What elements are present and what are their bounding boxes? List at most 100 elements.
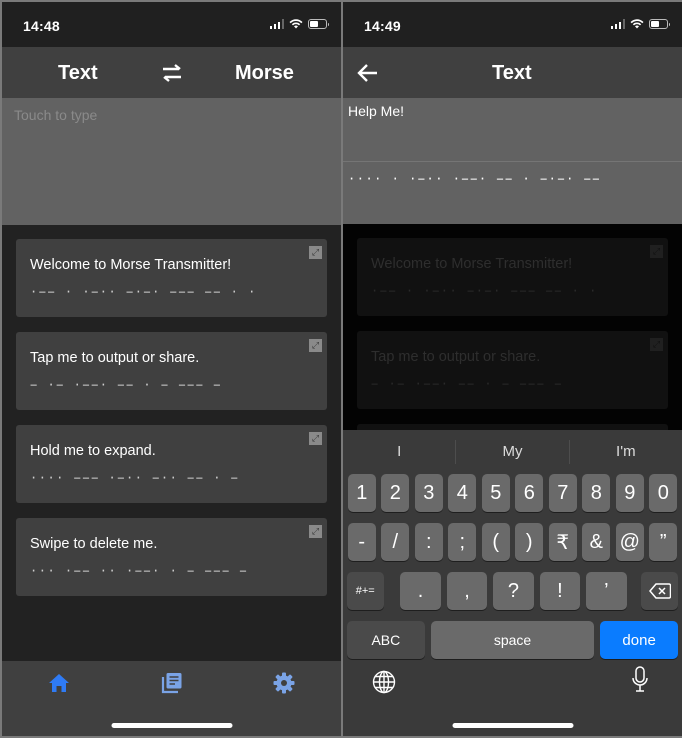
card-morse: ··· ·−− ·· ·−−· · − −−− −	[30, 564, 249, 578]
phone-screen-text-to-morse: 14:48 Text Morse Touch to type Welcome t…	[2, 2, 341, 736]
message-card: Welcome to Morse Transmitter! ·−− · ·−··…	[357, 238, 668, 316]
space-key[interactable]: space	[430, 621, 595, 659]
bottom-row: ABC space done	[343, 621, 682, 659]
key[interactable]: )	[515, 523, 544, 561]
home-indicator	[452, 723, 573, 728]
battery-icon	[649, 19, 670, 29]
card-morse: − ·− ·−−· −− · − −−− −	[371, 377, 563, 391]
key[interactable]: 9	[615, 474, 644, 512]
dimmed-message-list: Welcome to Morse Transmitter! ·−− · ·−··…	[343, 224, 682, 434]
card-title: Tap me to output or share.	[371, 349, 541, 365]
morse-output[interactable]: ···· · ·−·· ·−−· −− · −·−· −−	[343, 161, 682, 224]
card-title: Welcome to Morse Transmitter!	[371, 256, 573, 272]
home-icon	[49, 674, 69, 692]
message-card[interactable]: Hold me to expand. ···· −−− ·−·· −·· −− …	[16, 425, 327, 503]
expand-icon[interactable]: ⤢	[309, 432, 322, 445]
mode-header: Text Morse	[2, 47, 341, 98]
done-key[interactable]: done	[600, 621, 678, 659]
expand-icon: ⤢	[650, 338, 663, 351]
key[interactable]: ;	[448, 523, 477, 561]
card-morse: ·−− · ·−·· −·−· −−− −− · ·	[371, 284, 598, 298]
tab-bar	[2, 661, 341, 736]
key[interactable]: 4	[448, 474, 477, 512]
source-mode-label[interactable]: Text	[58, 62, 98, 85]
key[interactable]: ,	[446, 572, 488, 610]
status-time: 14:48	[23, 18, 60, 34]
expand-icon[interactable]: ⤢	[309, 525, 322, 538]
back-arrow-icon[interactable]	[357, 63, 379, 83]
key[interactable]: /	[381, 523, 410, 561]
key[interactable]: &	[582, 523, 611, 561]
target-mode-label[interactable]: Morse	[235, 62, 294, 85]
abc-key[interactable]: ABC	[347, 621, 425, 659]
suggestion[interactable]: My	[456, 440, 570, 464]
library-icon	[161, 673, 182, 694]
morse-output-text: ···· · ·−·· ·−−· −− · −·−· −−	[348, 172, 602, 186]
key[interactable]: ”	[649, 523, 678, 561]
key[interactable]: @	[615, 523, 644, 561]
tab-settings[interactable]	[269, 671, 299, 695]
input-placeholder: Touch to type	[14, 107, 98, 123]
key[interactable]: 5	[481, 474, 510, 512]
card-title: Tap me to output or share.	[30, 350, 200, 366]
key[interactable]: ’	[586, 572, 627, 610]
card-morse: ·−− · ·−·· −·−· −−− −− · ·	[30, 285, 257, 299]
message-list: Welcome to Morse Transmitter! ·−− · ·−··…	[2, 225, 341, 596]
editor-title: Text	[492, 62, 532, 84]
message-card[interactable]: Tap me to output or share. − ·− ·−−· −− …	[16, 332, 327, 410]
card-title: Swipe to delete me.	[30, 536, 158, 552]
key[interactable]: (	[481, 523, 510, 561]
signal-icon	[269, 19, 284, 29]
input-value: Help Me!	[348, 103, 405, 119]
suggestion[interactable]: I	[343, 440, 457, 464]
microphone-icon[interactable]	[631, 666, 649, 694]
suggestion-bar: I My I'm	[343, 430, 682, 474]
backspace-icon	[648, 583, 671, 599]
key[interactable]: 7	[548, 474, 577, 512]
expand-icon[interactable]: ⤢	[309, 339, 322, 352]
card-morse: − ·− ·−−· −− · − −−− −	[30, 378, 222, 392]
key[interactable]: -	[347, 523, 376, 561]
status-bar: 14:49	[343, 2, 682, 47]
signal-icon	[610, 19, 625, 29]
expand-icon[interactable]: ⤢	[309, 246, 322, 259]
status-time: 14:49	[364, 18, 401, 34]
key[interactable]: 6	[515, 474, 544, 512]
message-card[interactable]: Swipe to delete me. ··· ·−− ·· ·−−· · − …	[16, 518, 327, 596]
key[interactable]: ₹	[548, 523, 577, 561]
text-input[interactable]: Help Me!	[343, 98, 682, 161]
editor-header: Text	[343, 47, 682, 98]
key[interactable]: :	[414, 523, 443, 561]
message-card[interactable]: Welcome to Morse Transmitter! ·−− · ·−··…	[16, 239, 327, 317]
key[interactable]: 8	[582, 474, 611, 512]
keyboard: I My I'm 1 2 3 4 5 6 7 8 9 0 - / : ; ( )…	[343, 430, 682, 736]
tab-home[interactable]	[44, 671, 74, 695]
symbols-toggle-key[interactable]: #+=	[347, 572, 384, 610]
expand-icon: ⤢	[650, 245, 663, 258]
wifi-icon	[289, 19, 303, 29]
number-row: 1 2 3 4 5 6 7 8 9 0	[343, 474, 682, 512]
key[interactable]: !	[539, 572, 581, 610]
gear-icon	[273, 672, 295, 694]
battery-icon	[308, 19, 329, 29]
status-bar: 14:48	[2, 2, 341, 47]
tab-library[interactable]	[157, 671, 187, 695]
key[interactable]: 0	[649, 474, 678, 512]
key[interactable]: 1	[347, 474, 376, 512]
card-morse: ···· −−− ·−·· −·· −− · −	[30, 471, 240, 485]
swap-arrows-icon[interactable]	[160, 64, 184, 82]
wifi-icon	[630, 19, 644, 29]
key[interactable]: 2	[381, 474, 410, 512]
key[interactable]: 3	[414, 474, 443, 512]
globe-icon[interactable]	[372, 670, 396, 694]
delete-key[interactable]	[641, 572, 678, 610]
symbol-row: - / : ; ( ) ₹ & @ ”	[343, 523, 682, 561]
phone-screen-typing: 14:49 Text Help Me! ···· · ·−·· ·−−· −− …	[343, 2, 682, 736]
suggestion[interactable]: I'm	[570, 440, 682, 464]
punctuation-row: #+= . , ? ! ’	[343, 572, 682, 610]
card-title: Hold me to expand.	[30, 443, 156, 459]
key[interactable]: ?	[493, 572, 534, 610]
message-card: Tap me to output or share. − ·− ·−−· −− …	[357, 331, 668, 409]
key[interactable]: .	[400, 572, 441, 610]
text-input[interactable]: Touch to type	[2, 98, 341, 225]
